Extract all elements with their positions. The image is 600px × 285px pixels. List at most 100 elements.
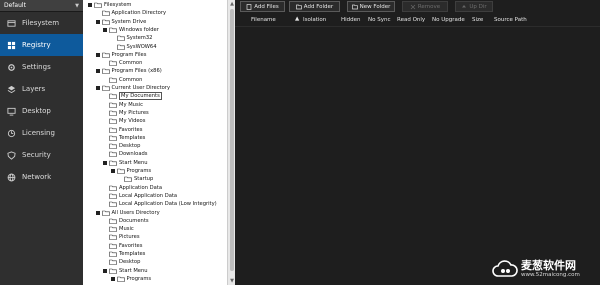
tree-node-label: Filesystem — [104, 2, 132, 8]
tree-expander-icon[interactable] — [95, 69, 100, 74]
tree-node-label: Programs — [126, 275, 152, 282]
tree-node[interactable]: Programs — [110, 167, 151, 175]
tree-expander-icon[interactable] — [95, 210, 100, 215]
shield-icon — [6, 150, 16, 160]
tree-node[interactable]: Filesystem — [88, 1, 131, 9]
tree-node[interactable]: Windows folder — [103, 26, 159, 34]
add-files-button[interactable]: Add Files — [240, 1, 285, 12]
tree-node[interactable]: Documents — [103, 217, 149, 225]
folder-tree: Filesystem Application Directory System Dr… — [83, 0, 227, 285]
column-header-hidden[interactable]: Hidden — [341, 17, 361, 23]
tree-node-label: Local Application Data — [119, 192, 178, 199]
sidebar-item-network[interactable]: Network — [0, 166, 83, 188]
tree-node[interactable]: My Videos — [103, 117, 145, 125]
column-header-isolation[interactable]: Isolation — [303, 17, 326, 23]
tree-node[interactable]: Downloads — [103, 150, 148, 158]
tree-node[interactable]: Favorites — [103, 126, 142, 134]
tree-node[interactable]: Desktop — [103, 258, 140, 266]
tree-node[interactable]: Common — [103, 76, 142, 84]
tree-expander-icon[interactable] — [88, 3, 92, 7]
add-files-icon — [246, 3, 252, 10]
tree-node[interactable]: Program Files (x86) — [95, 67, 162, 75]
tree-node[interactable]: SysWOW64 — [111, 43, 157, 51]
tree-node-label: Downloads — [119, 151, 148, 158]
tree-node[interactable]: Desktop — [103, 142, 140, 150]
sidebar-item-layers[interactable]: Layers — [0, 78, 83, 100]
folder-icon — [109, 201, 117, 207]
folder-icon — [101, 68, 110, 75]
sidebar-item-settings[interactable]: Settings — [0, 56, 83, 78]
tree-node[interactable]: Programs — [110, 275, 152, 283]
column-header-filename[interactable]: Filename — [251, 17, 276, 23]
tree-node[interactable]: Current User Directory — [95, 84, 170, 92]
column-header-read-only[interactable]: Read Only — [397, 17, 425, 23]
tree-node-label: Application Data — [119, 184, 163, 191]
folder-icon — [101, 19, 110, 25]
tree-expander-icon[interactable] — [110, 276, 115, 281]
remove-button[interactable]: Remove — [402, 1, 448, 12]
tree-node[interactable]: System Drive — [95, 18, 146, 26]
file-list[interactable]: 麦葱软件网 www.52maicong.com — [235, 27, 600, 285]
watermark-title: 麦葱软件网 — [521, 259, 576, 272]
tree-node[interactable]: All Users Directory — [95, 209, 160, 217]
sidebar-item-licensing[interactable]: Licensing — [0, 122, 83, 144]
tree-node[interactable]: My Music — [103, 101, 143, 109]
sidebar-item-registry[interactable]: Registry — [0, 34, 83, 56]
new-folder-button[interactable]: New Folder — [347, 1, 395, 12]
tree-expander-icon[interactable] — [103, 160, 107, 165]
tree-scrollbar[interactable]: ▲ ▼ — [227, 0, 235, 285]
sidebar-item-filesystem[interactable]: Filesystem — [0, 12, 83, 34]
tree-node[interactable]: Startup — [118, 175, 153, 183]
tree-node[interactable]: Application Data — [103, 184, 162, 192]
column-header-no-sync[interactable]: No Sync — [368, 17, 390, 23]
tree-node-label: My Pictures — [119, 109, 149, 116]
column-header-size[interactable]: Size — [472, 17, 483, 23]
tree-expander-icon[interactable] — [103, 268, 107, 273]
tree-node[interactable]: Templates — [103, 134, 145, 142]
column-header-no-upgrade[interactable]: No Upgrade — [432, 17, 465, 23]
tree-node-label: My Videos — [119, 118, 146, 125]
tree-node-label: Common — [119, 76, 143, 83]
tree-node[interactable]: Pictures — [103, 233, 140, 241]
tree-node[interactable]: System32 — [111, 34, 152, 42]
tree-node[interactable]: Start Menu — [103, 159, 148, 167]
tree-node-label: Favorites — [119, 126, 143, 133]
sidebar-item-label: Filesystem — [22, 19, 60, 27]
tree-node[interactable]: Local Application Data — [103, 192, 177, 200]
scroll-thumb[interactable] — [230, 9, 234, 271]
folder-icon — [101, 10, 110, 17]
sidebar-item-security[interactable]: Security — [0, 144, 83, 166]
add-folder-button[interactable]: Add Folder — [289, 1, 340, 12]
tree-node[interactable]: My Pictures — [103, 109, 149, 117]
sidebar-item-label: Licensing — [22, 129, 55, 137]
tree-expander-icon[interactable] — [95, 19, 100, 24]
tree-node[interactable]: Application Directory — [96, 9, 166, 17]
tree-expander-icon[interactable] — [110, 169, 115, 173]
tree-node[interactable]: Program Files — [95, 51, 146, 59]
folder-icon — [124, 176, 132, 183]
tree-node[interactable]: Local Application Data (Low Integrity) — [103, 200, 217, 208]
up-dir-icon — [461, 4, 467, 10]
tree-expander-icon[interactable] — [95, 52, 100, 57]
tree-node[interactable]: Start Menu — [103, 267, 148, 275]
profile-dropdown[interactable]: Default ▼ — [0, 0, 83, 12]
tree-node[interactable]: Templates — [103, 250, 145, 258]
tree-expander-icon[interactable] — [95, 86, 100, 90]
folder-icon — [109, 268, 117, 274]
sidebar-item-desktop[interactable]: Desktop — [0, 100, 83, 122]
tree-expander-icon[interactable] — [103, 27, 107, 32]
tree-node[interactable]: Music — [103, 225, 134, 233]
column-header-source-path[interactable]: Source Path — [494, 17, 527, 23]
sort-asc-icon: ▲ — [295, 16, 300, 22]
profile-name: Default — [4, 2, 26, 9]
tree-node[interactable]: Favorites — [103, 242, 142, 250]
up-dir-button[interactable]: Up Dir — [455, 1, 493, 12]
tree-node[interactable]: My Documents — [103, 92, 162, 101]
folder-icon — [109, 118, 117, 124]
watermark: 麦葱软件网 www.52maicong.com — [492, 255, 596, 283]
tree-node[interactable]: Common — [103, 59, 142, 67]
